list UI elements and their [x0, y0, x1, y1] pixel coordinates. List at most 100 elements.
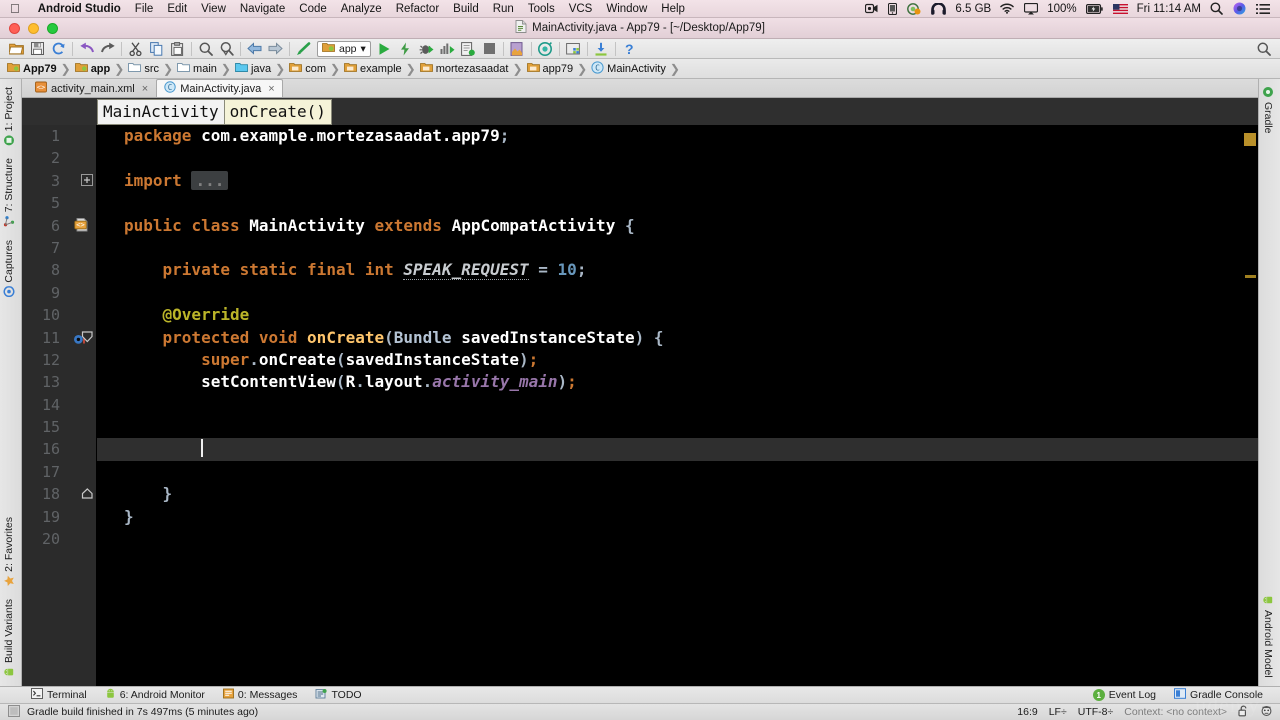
breadcrumb-item-app79[interactable]: App79: [7, 62, 57, 76]
attach-debugger-icon[interactable]: [458, 40, 479, 58]
gutter-line[interactable]: 3: [22, 170, 96, 192]
gutter-line[interactable]: 6 <>: [22, 215, 96, 237]
cut-icon[interactable]: [125, 40, 146, 58]
spotlight-search-icon[interactable]: [1205, 2, 1228, 15]
code-line[interactable]: [97, 237, 1258, 259]
code-line[interactable]: public class MainActivity extends AppCom…: [97, 215, 1258, 237]
code-line[interactable]: [97, 438, 1258, 461]
breadcrumb-item-example[interactable]: example: [344, 62, 402, 76]
code-line[interactable]: [97, 416, 1258, 438]
sidebar-item-project[interactable]: 1: Project: [0, 81, 18, 152]
sync-gradle-icon[interactable]: [591, 40, 612, 58]
code-line[interactable]: private static final int SPEAK_REQUEST =…: [97, 259, 1258, 281]
gutter-line[interactable]: 9: [22, 282, 96, 304]
breadcrumb-item-mainactivity[interactable]: C MainActivity: [591, 60, 666, 77]
menu-item-edit[interactable]: Edit: [160, 3, 194, 15]
menu-item-build[interactable]: Build: [446, 3, 486, 15]
code-line[interactable]: import ...: [97, 170, 1258, 192]
back-icon[interactable]: [244, 40, 265, 58]
code-line[interactable]: }: [97, 483, 1258, 505]
editor-marker-bar[interactable]: [1244, 125, 1258, 686]
screen-record-icon[interactable]: [860, 3, 883, 14]
find-icon[interactable]: [195, 40, 216, 58]
gutter-line[interactable]: 13: [22, 371, 96, 393]
make-project-icon[interactable]: [293, 40, 314, 58]
warning-marker[interactable]: [1244, 133, 1256, 146]
unlocked-padlock-icon[interactable]: [1238, 705, 1249, 720]
copy-icon[interactable]: [146, 40, 167, 58]
breadcrumb-item-src[interactable]: src: [128, 62, 159, 76]
code-line[interactable]: @Override: [97, 304, 1258, 326]
paste-icon[interactable]: [167, 40, 188, 58]
bottom-tab-todo[interactable]: TODO: [306, 688, 370, 702]
sdk-manager-icon[interactable]: [507, 40, 528, 58]
gutter-line[interactable]: 11: [22, 327, 96, 349]
tab-mainactivity-java[interactable]: C MainActivity.java ×: [156, 79, 283, 97]
breadcrumb-item-main[interactable]: main: [177, 62, 217, 76]
save-all-icon[interactable]: [27, 40, 48, 58]
siri-icon[interactable]: [1228, 2, 1251, 15]
gutter-line[interactable]: 18: [22, 483, 96, 505]
breadcrumb-item-app[interactable]: app: [74, 62, 110, 76]
apple-logo-icon[interactable]: : [0, 2, 31, 15]
gutter-line[interactable]: 1: [22, 125, 96, 147]
code-content[interactable]: package com.example.mortezasaadat.app79;…: [97, 125, 1258, 686]
menu-item-view[interactable]: View: [194, 3, 233, 15]
menu-item-window[interactable]: Window: [599, 3, 654, 15]
menu-item-vcs[interactable]: VCS: [562, 3, 600, 15]
sidebar-item-captures[interactable]: Captures: [0, 234, 18, 304]
menu-item-tools[interactable]: Tools: [521, 3, 562, 15]
bottom-tab-terminal[interactable]: Terminal: [22, 688, 96, 702]
code-line[interactable]: }: [97, 506, 1258, 528]
menu-item-help[interactable]: Help: [654, 3, 692, 15]
sidebar-item-android-model[interactable]: Android Model: [1259, 589, 1277, 684]
phone-icon[interactable]: [883, 2, 902, 15]
code-line[interactable]: [97, 528, 1258, 550]
undo-icon[interactable]: [76, 40, 97, 58]
layout-resource-icon[interactable]: <>: [74, 217, 90, 238]
inspection-hector-icon[interactable]: [1260, 704, 1273, 720]
fold-expand-icon[interactable]: [81, 173, 94, 187]
battery-icon[interactable]: [1081, 3, 1108, 14]
menu-item-navigate[interactable]: Navigate: [233, 3, 292, 15]
menu-item-analyze[interactable]: Analyze: [334, 3, 389, 15]
open-project-icon[interactable]: [6, 40, 27, 58]
help-icon[interactable]: ?: [619, 40, 640, 58]
chevron-down-icon[interactable]: ▾: [361, 43, 366, 55]
fold-collapse-icon[interactable]: [81, 330, 94, 344]
gutter-line[interactable]: 2: [22, 147, 96, 169]
airplay-icon[interactable]: [1019, 2, 1043, 15]
sidebar-item-structure[interactable]: 7: Structure: [0, 152, 18, 233]
battery-percent[interactable]: 100%: [1043, 3, 1080, 15]
context-indicator[interactable]: Context: <no context>: [1124, 706, 1227, 718]
bottom-tab-event-log[interactable]: 1 Event Log: [1084, 689, 1165, 701]
breadcrumb-item-java[interactable]: java: [235, 62, 271, 76]
layout-inspector-icon[interactable]: [563, 40, 584, 58]
breadcrumb-item-com[interactable]: com: [289, 62, 326, 76]
code-line[interactable]: protected void onCreate(Bundle savedInst…: [97, 327, 1258, 349]
gutter-line[interactable]: 7: [22, 237, 96, 259]
bottom-tab-gradle-console[interactable]: Gradle Console: [1165, 688, 1272, 702]
code-line[interactable]: super.onCreate(savedInstanceState);: [97, 349, 1258, 371]
gutter-line[interactable]: 20: [22, 528, 96, 550]
memory-indicator[interactable]: 6.5 GB: [951, 3, 995, 15]
flag-us-icon[interactable]: [1108, 3, 1133, 14]
breadcrumb-class-mainactivity[interactable]: MainActivity: [97, 98, 225, 125]
gutter-line[interactable]: 5: [22, 192, 96, 214]
gutter-line[interactable]: 16: [22, 438, 96, 460]
code-line[interactable]: [97, 394, 1258, 416]
change-marker[interactable]: [1245, 275, 1256, 278]
breadcrumb-item-app79-pkg[interactable]: app79: [526, 62, 573, 76]
code-line[interactable]: [97, 461, 1258, 483]
notification-center-icon[interactable]: [1251, 3, 1275, 15]
stop-icon[interactable]: [479, 40, 500, 58]
avd-manager-icon[interactable]: [535, 40, 556, 58]
line-separator-selector[interactable]: LF÷: [1049, 706, 1067, 718]
code-line[interactable]: setContentView(R.layout.activity_main);: [97, 371, 1258, 393]
apply-changes-icon[interactable]: [395, 40, 416, 58]
caret-position[interactable]: 16:9: [1017, 706, 1037, 718]
redo-icon[interactable]: [97, 40, 118, 58]
gutter-line[interactable]: 15: [22, 416, 96, 438]
menu-item-code[interactable]: Code: [292, 3, 334, 15]
gutter-line[interactable]: 8: [22, 259, 96, 281]
